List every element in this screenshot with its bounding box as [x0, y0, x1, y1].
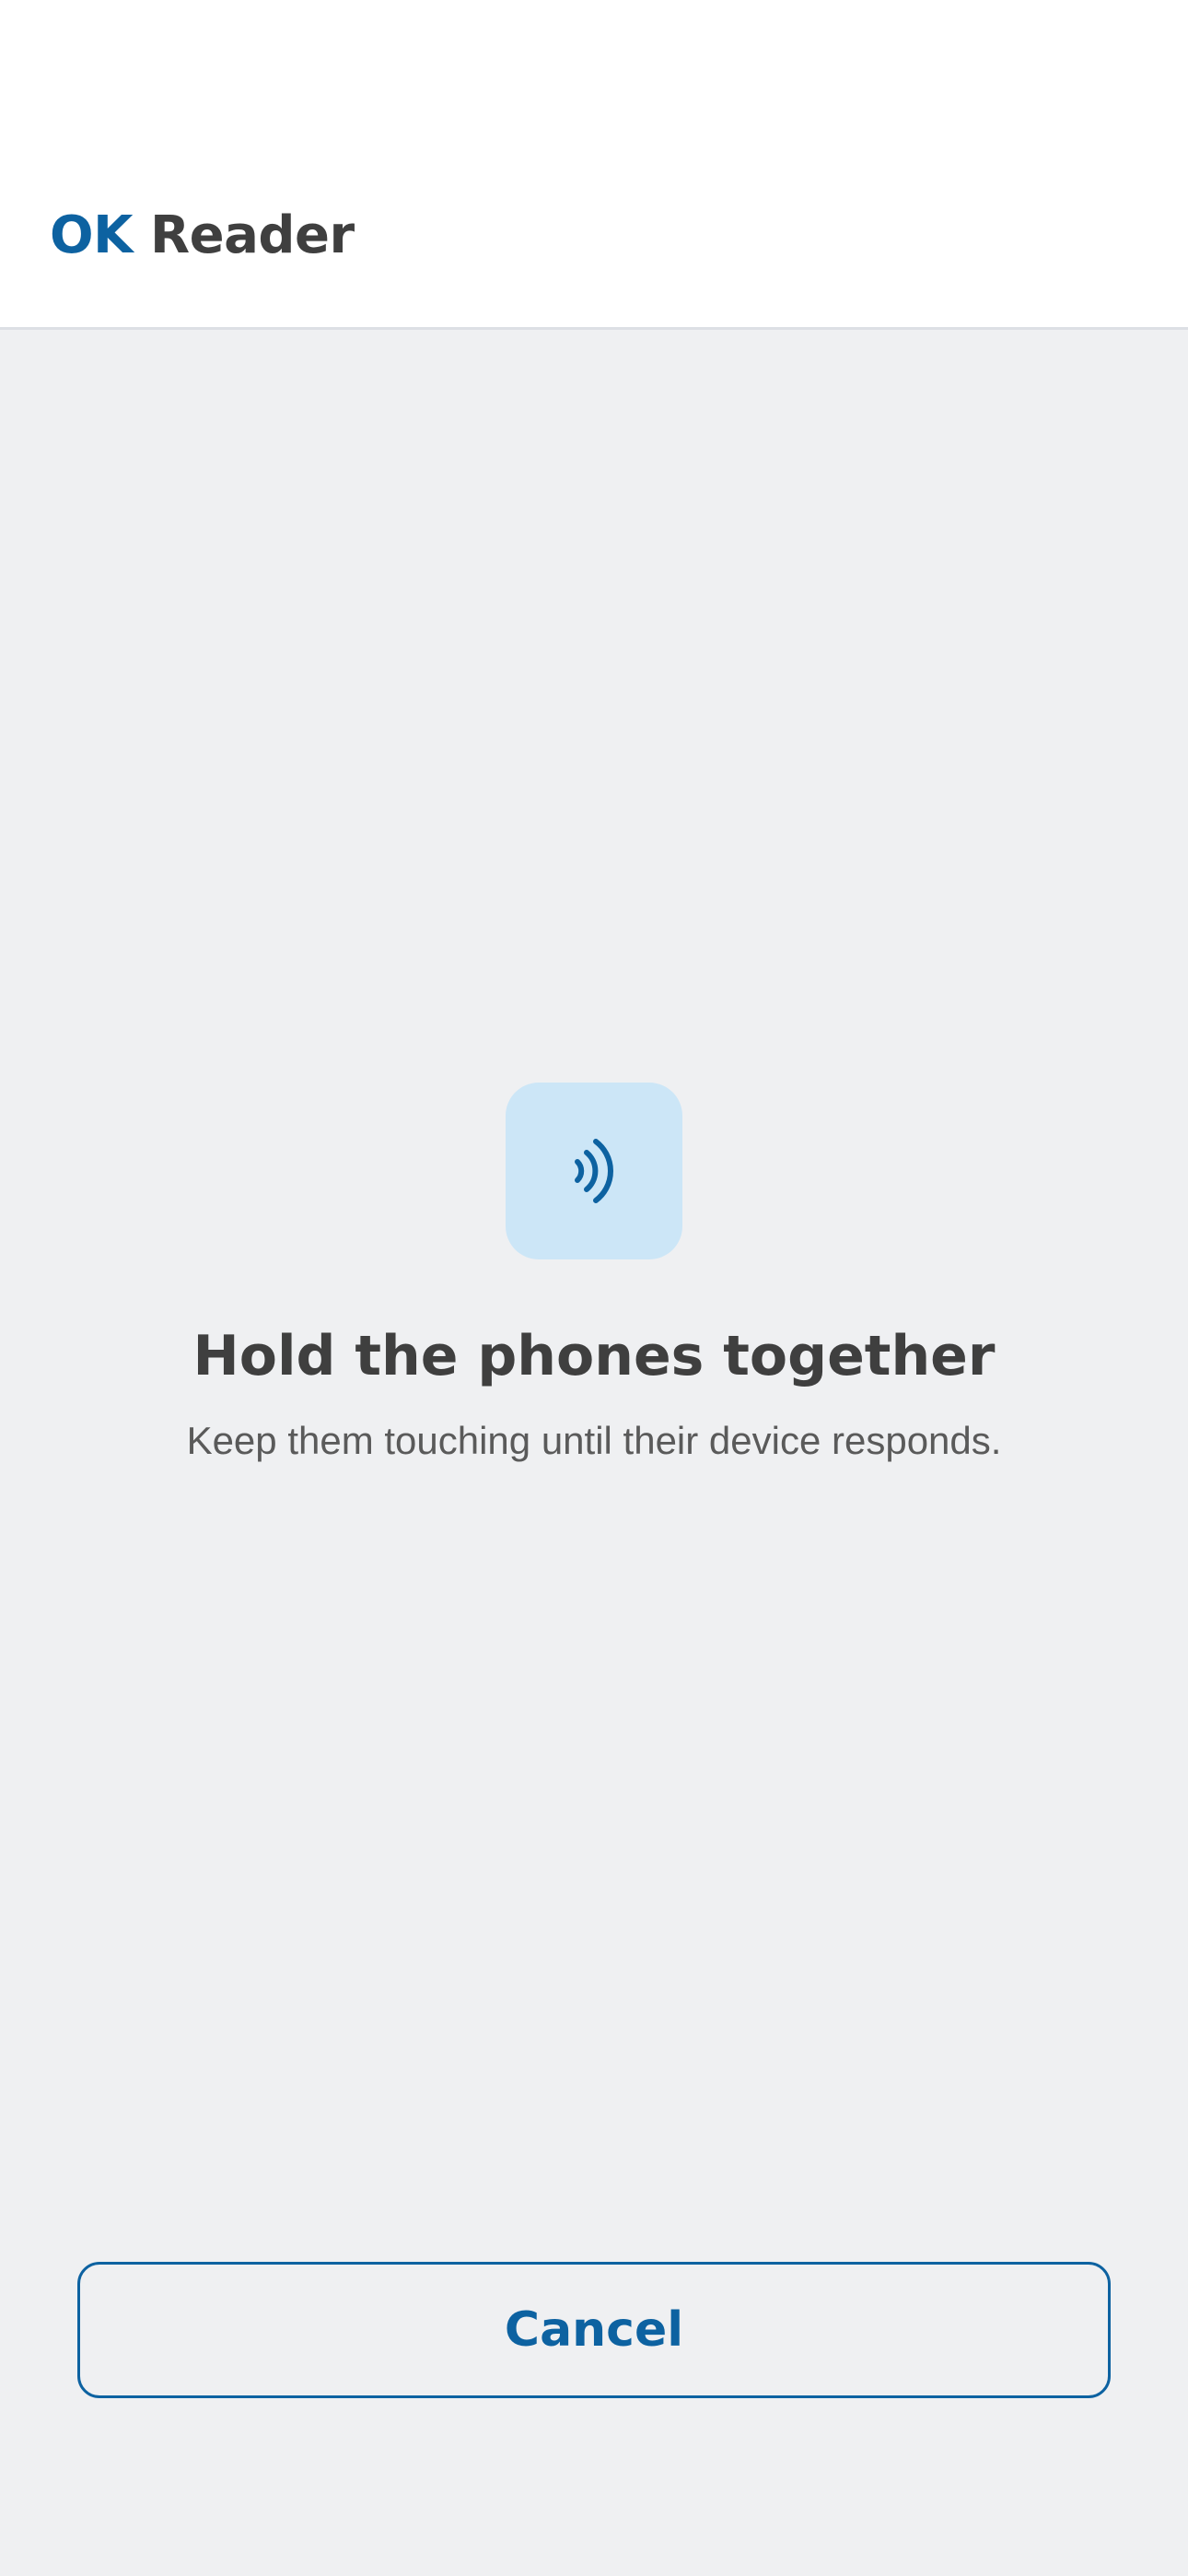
page-subtitle: Keep them touching until their device re…: [186, 1419, 1002, 1462]
app-header: OK Reader: [0, 0, 1188, 330]
brand-name: Reader: [150, 205, 355, 265]
app-logo: OK Reader: [50, 199, 355, 273]
brand-accent: OK: [50, 205, 134, 265]
page-title: Hold the phones together: [192, 1324, 996, 1388]
cancel-button[interactable]: Cancel: [77, 2262, 1111, 2398]
nfc-contactless-icon: [506, 1083, 682, 1259]
